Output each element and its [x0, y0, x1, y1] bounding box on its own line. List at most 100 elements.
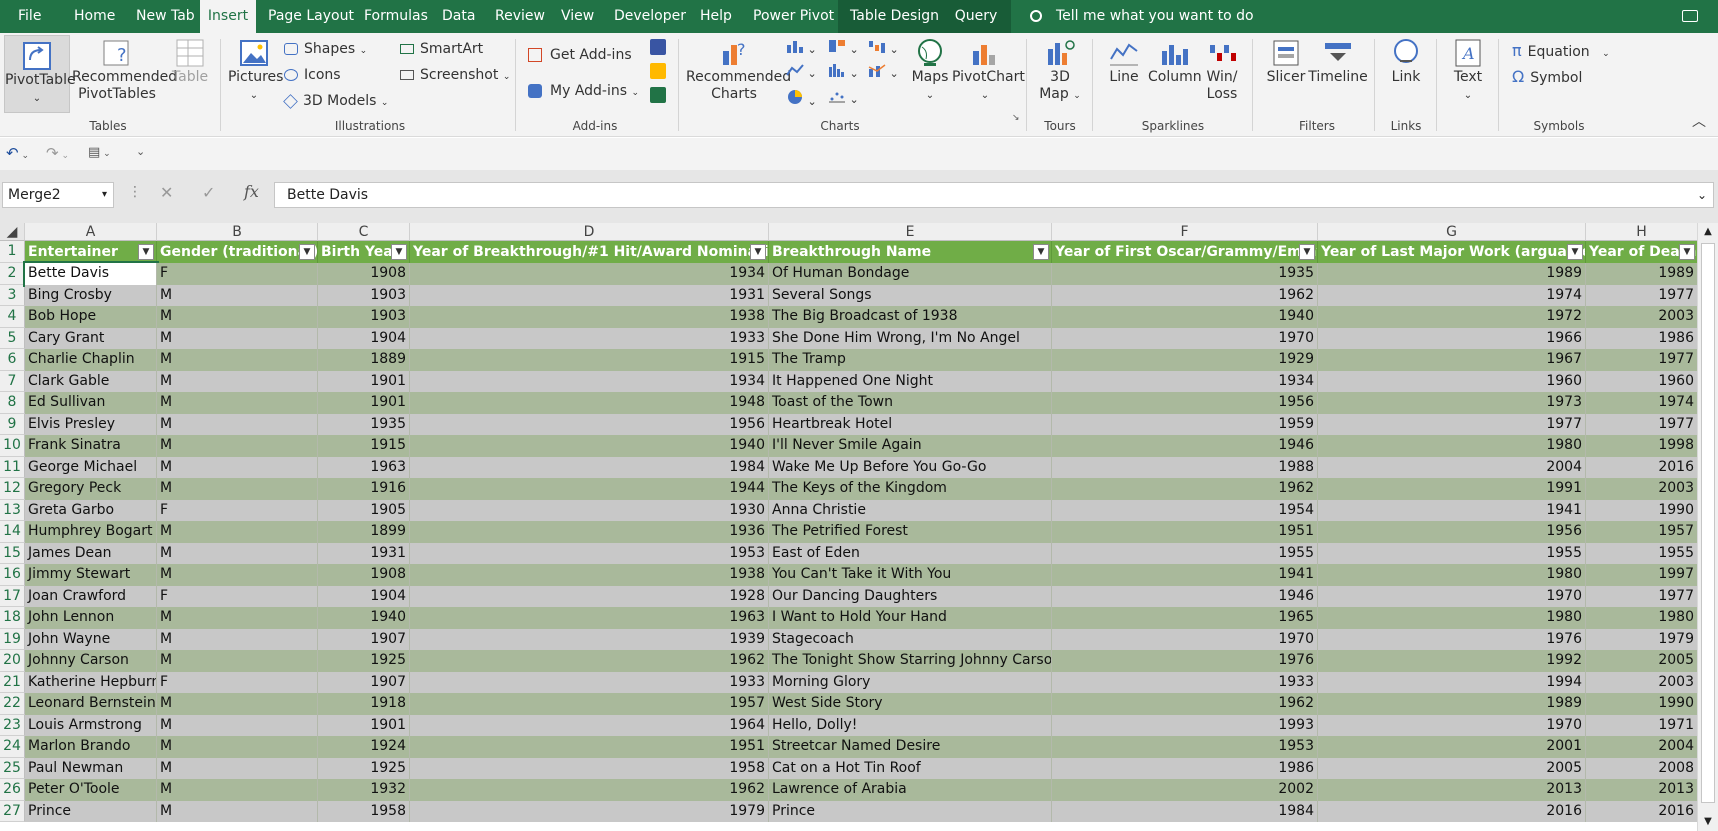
table-cell[interactable]: Leonard Bernstein: [25, 693, 157, 715]
table-cell[interactable]: 1992: [1318, 650, 1586, 672]
table-cell[interactable]: Anna Christie: [769, 499, 1052, 521]
table-cell[interactable]: 1970: [1052, 628, 1318, 650]
table-cell[interactable]: John Wayne: [25, 628, 157, 650]
row-header-5[interactable]: 5: [0, 327, 25, 349]
tab-page-layout[interactable]: Page Layout: [268, 0, 354, 33]
table-cell[interactable]: 1964: [410, 714, 769, 736]
table-cell[interactable]: F: [157, 585, 318, 607]
table-cell[interactable]: M: [157, 714, 318, 736]
timeline-button[interactable]: Timeline: [1308, 37, 1368, 86]
table-cell[interactable]: M: [157, 650, 318, 672]
table-cell[interactable]: 1974: [1318, 284, 1586, 306]
column-header-c[interactable]: C: [318, 223, 410, 241]
table-cell[interactable]: 1930: [410, 499, 769, 521]
table-cell[interactable]: 1901: [318, 714, 410, 736]
tab-formulas[interactable]: Formulas: [364, 0, 428, 33]
people-graph-icon[interactable]: [650, 87, 666, 107]
table-cell[interactable]: M: [157, 521, 318, 543]
filter-dropdown-icon[interactable]: ▼: [1567, 244, 1583, 260]
table-cell[interactable]: Louis Armstrong: [25, 714, 157, 736]
name-box[interactable]: Merge2 ▾: [2, 182, 114, 208]
row-header-23[interactable]: 23: [0, 714, 25, 736]
table-cell[interactable]: 1953: [410, 542, 769, 564]
table-cell[interactable]: Wake Me Up Before You Go-Go: [769, 456, 1052, 478]
filter-dropdown-icon[interactable]: ▼: [1033, 244, 1049, 260]
table-cell[interactable]: F: [157, 671, 318, 693]
table-cell[interactable]: 1958: [410, 757, 769, 779]
table-cell[interactable]: 1973: [1318, 392, 1586, 414]
table-cell[interactable]: F: [157, 499, 318, 521]
column-header-a[interactable]: A: [25, 223, 157, 241]
table-cell[interactable]: Lawrence of Arabia: [769, 779, 1052, 801]
table-cell[interactable]: The Tramp: [769, 349, 1052, 371]
table-cell[interactable]: 2003: [1586, 671, 1698, 693]
filter-dropdown-icon[interactable]: ▼: [299, 244, 315, 260]
tell-me-search[interactable]: Tell me what you want to do: [1030, 0, 1254, 33]
table-cell[interactable]: Gregory Peck: [25, 478, 157, 500]
table-cell[interactable]: 1998: [1586, 435, 1698, 457]
table-cell[interactable]: 2005: [1318, 757, 1586, 779]
bing-icon[interactable]: [650, 63, 666, 83]
table-cell[interactable]: Elvis Presley: [25, 413, 157, 435]
statistic-chart-dropdown[interactable]: ⌄: [828, 63, 859, 80]
table-cell[interactable]: 1889: [318, 349, 410, 371]
table-cell[interactable]: 1931: [318, 542, 410, 564]
table-cell[interactable]: 1970: [1318, 585, 1586, 607]
table-cell[interactable]: F: [157, 263, 318, 285]
table-cell[interactable]: 1908: [318, 263, 410, 285]
table-cell[interactable]: 1977: [1586, 585, 1698, 607]
table-cell[interactable]: 1956: [1052, 392, 1318, 414]
scroll-down-icon[interactable]: ▼: [1698, 813, 1718, 831]
table-cell[interactable]: Joan Crawford: [25, 585, 157, 607]
table-cell[interactable]: 1934: [410, 370, 769, 392]
table-cell[interactable]: 1966: [1318, 327, 1586, 349]
table-cell[interactable]: 2016: [1318, 800, 1586, 822]
table-cell[interactable]: M: [157, 628, 318, 650]
tab-developer[interactable]: Developer: [614, 0, 686, 33]
table-cell[interactable]: 1955: [1052, 542, 1318, 564]
row-header-1[interactable]: 1: [0, 241, 25, 263]
table-cell[interactable]: 1934: [410, 263, 769, 285]
table-cell[interactable]: George Michael: [25, 456, 157, 478]
table-cell[interactable]: 1938: [410, 564, 769, 586]
row-header-3[interactable]: 3: [0, 284, 25, 306]
equation-button[interactable]: π Equation ⌄: [1512, 41, 1610, 60]
table-cell[interactable]: 1956: [410, 413, 769, 435]
table-cell[interactable]: 1963: [318, 456, 410, 478]
table-cell[interactable]: Bob Hope: [25, 306, 157, 328]
charts-dialog-launcher[interactable]: ↘: [1012, 113, 1020, 123]
table-header-cell[interactable]: Birth Year ▼: [318, 241, 410, 263]
table-cell[interactable]: 1933: [1052, 671, 1318, 693]
screenshot-button[interactable]: Screenshot ⌄: [400, 67, 510, 83]
symbol-button[interactable]: Ω Symbol: [1512, 67, 1582, 86]
table-cell[interactable]: Jimmy Stewart: [25, 564, 157, 586]
column-chart-dropdown[interactable]: ⌄: [786, 39, 817, 56]
table-cell[interactable]: Our Dancing Daughters: [769, 585, 1052, 607]
table-cell[interactable]: 2005: [1586, 650, 1698, 672]
table-cell[interactable]: M: [157, 392, 318, 414]
table-cell[interactable]: M: [157, 413, 318, 435]
table-cell[interactable]: The Tonight Show Starring Johnny Carson: [769, 650, 1052, 672]
table-cell[interactable]: The Keys of the Kingdom: [769, 478, 1052, 500]
table-cell[interactable]: Greta Garbo: [25, 499, 157, 521]
row-header-27[interactable]: 27: [0, 800, 25, 822]
table-cell[interactable]: 1986: [1052, 757, 1318, 779]
table-cell[interactable]: Humphrey Bogart: [25, 521, 157, 543]
table-cell[interactable]: Cary Grant: [25, 327, 157, 349]
table-cell[interactable]: Cat on a Hot Tin Roof: [769, 757, 1052, 779]
table-cell[interactable]: I Want to Hold Your Hand: [769, 607, 1052, 629]
table-cell[interactable]: 1916: [318, 478, 410, 500]
table-cell[interactable]: 1931: [410, 284, 769, 306]
column-header-f[interactable]: F: [1052, 223, 1318, 241]
table-cell[interactable]: 1934: [1052, 370, 1318, 392]
tab-view[interactable]: View: [561, 0, 594, 33]
table-cell[interactable]: 1903: [318, 284, 410, 306]
table-cell[interactable]: 2004: [1318, 456, 1586, 478]
smartart-button[interactable]: SmartArt: [400, 41, 483, 57]
table-cell[interactable]: East of Eden: [769, 542, 1052, 564]
table-cell[interactable]: 1907: [318, 671, 410, 693]
table-cell[interactable]: 1960: [1586, 370, 1698, 392]
table-cell[interactable]: M: [157, 306, 318, 328]
table-cell[interactable]: 1984: [410, 456, 769, 478]
table-header-cell[interactable]: Gender (traditional) ▼: [157, 241, 318, 263]
